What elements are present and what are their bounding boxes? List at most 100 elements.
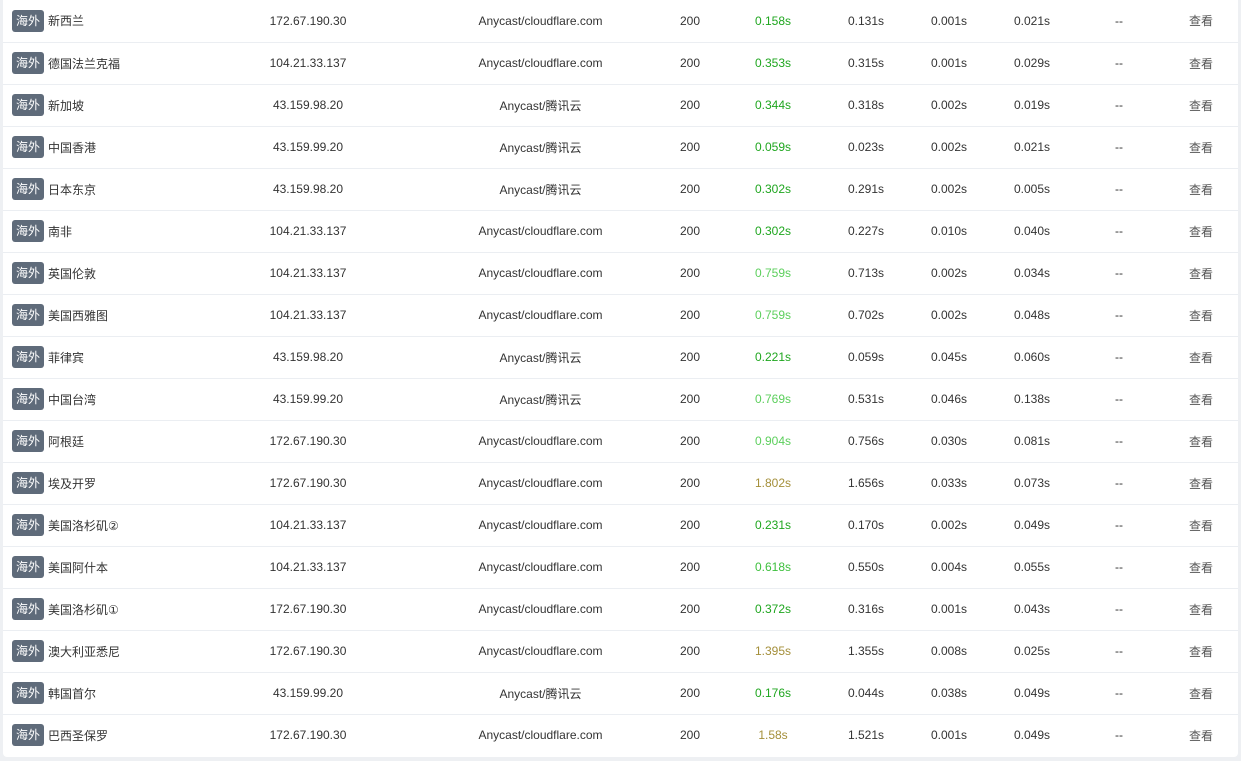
node-cell: 海外 中国香港 <box>3 126 193 168</box>
ip-cell: 43.159.99.20 <box>272 140 344 154</box>
view-button[interactable]: 查看 <box>1189 351 1213 365</box>
status-cell: 200 <box>679 434 701 448</box>
view-button[interactable]: 查看 <box>1189 603 1213 617</box>
ip-cell: 43.159.99.20 <box>272 392 344 406</box>
action-cell: 查看 <box>1164 420 1238 462</box>
node-cell: 海外 英国伦敦 <box>3 252 193 294</box>
ip-cell: 104.21.33.137 <box>269 518 347 532</box>
extra-cell: -- <box>1115 56 1123 70</box>
download-time-cell: 0.049s <box>1013 728 1051 743</box>
total-time-cell: 0.176s <box>754 686 792 700</box>
ip-cell: 172.67.190.30 <box>269 476 347 490</box>
download-time-cell: 0.138s <box>1013 392 1051 406</box>
view-button[interactable]: 查看 <box>1189 141 1213 155</box>
view-button[interactable]: 查看 <box>1189 225 1213 239</box>
resolve-time-cell: 1.355s <box>847 644 885 658</box>
action-cell: 查看 <box>1164 294 1238 336</box>
node-name: 美国洛杉矶① <box>48 602 119 617</box>
view-button[interactable]: 查看 <box>1189 393 1213 407</box>
action-cell: 查看 <box>1164 126 1238 168</box>
node-name: 美国洛杉矶② <box>48 518 119 533</box>
location-cell: Anycast/腾讯云 <box>499 350 582 365</box>
view-button[interactable]: 查看 <box>1189 183 1213 197</box>
location-cell: Anycast/cloudflare.com <box>478 560 603 574</box>
resolve-time-cell: 1.656s <box>847 476 885 490</box>
view-button[interactable]: 查看 <box>1189 267 1213 281</box>
action-cell: 查看 <box>1164 252 1238 294</box>
region-badge: 海外 <box>12 388 45 410</box>
download-time-cell: 0.040s <box>1013 224 1051 238</box>
connect-time-cell: 0.046s <box>930 392 968 406</box>
connect-time-cell: 0.002s <box>930 140 968 154</box>
ip-cell: 104.21.33.137 <box>269 266 347 280</box>
download-time-cell: 0.081s <box>1013 434 1051 448</box>
view-button[interactable]: 查看 <box>1189 99 1213 113</box>
ip-cell: 172.67.190.30 <box>269 644 347 658</box>
extra-cell: -- <box>1115 266 1123 280</box>
view-button[interactable]: 查看 <box>1189 477 1213 491</box>
ip-cell: 172.67.190.30 <box>269 13 347 28</box>
status-cell: 200 <box>679 98 701 112</box>
extra-cell: -- <box>1115 728 1123 743</box>
table-row: 海外 巴西圣保罗 172.67.190.30 Anycast/cloudflare… <box>3 714 1238 756</box>
download-time-cell: 0.055s <box>1013 560 1051 574</box>
total-time-cell: 0.344s <box>754 98 792 112</box>
node-cell: 海外 韩国首尔 <box>3 672 193 714</box>
location-cell: Anycast/cloudflare.com <box>478 308 603 322</box>
region-badge: 海外 <box>12 178 45 200</box>
results-panel: 海外 新西兰 172.67.190.30 Anycast/cloudflare.c… <box>3 0 1238 757</box>
resolve-time-cell: 0.531s <box>847 392 885 406</box>
view-button[interactable]: 查看 <box>1189 519 1213 533</box>
location-cell: Anycast/cloudflare.com <box>478 518 603 532</box>
ip-cell: 43.159.98.20 <box>272 350 344 364</box>
region-badge: 海外 <box>12 556 45 578</box>
resolve-time-cell: 0.023s <box>847 140 885 154</box>
download-time-cell: 0.060s <box>1013 350 1051 364</box>
view-button[interactable]: 查看 <box>1189 687 1213 701</box>
connect-time-cell: 0.002s <box>930 518 968 532</box>
resolve-time-cell: 1.521s <box>847 728 885 743</box>
resolve-time-cell: 0.318s <box>847 98 885 112</box>
node-name: 新西兰 <box>48 14 85 29</box>
download-time-cell: 0.049s <box>1013 686 1051 700</box>
status-cell: 200 <box>679 308 701 322</box>
total-time-cell: 1.58s <box>758 728 788 743</box>
view-button[interactable]: 查看 <box>1189 57 1213 71</box>
ip-cell: 104.21.33.137 <box>269 224 347 238</box>
status-cell: 200 <box>679 560 701 574</box>
node-cell: 海外 菲律宾 <box>3 336 193 378</box>
download-time-cell: 0.019s <box>1013 98 1051 112</box>
action-cell: 查看 <box>1164 42 1238 84</box>
action-cell: 查看 <box>1164 504 1238 546</box>
action-cell: 查看 <box>1164 546 1238 588</box>
status-cell: 200 <box>679 182 701 196</box>
total-time-cell: 0.221s <box>754 350 792 364</box>
extra-cell: -- <box>1115 560 1123 574</box>
node-name: 美国西雅图 <box>48 308 109 323</box>
view-button[interactable]: 查看 <box>1189 14 1213 28</box>
extra-cell: -- <box>1115 140 1123 154</box>
view-button[interactable]: 查看 <box>1189 309 1213 323</box>
extra-cell: -- <box>1115 392 1123 406</box>
ip-cell: 104.21.33.137 <box>269 308 347 322</box>
connect-time-cell: 0.001s <box>930 13 968 28</box>
node-cell: 海外 巴西圣保罗 <box>3 714 193 756</box>
action-cell: 查看 <box>1164 210 1238 252</box>
region-badge: 海外 <box>12 304 45 326</box>
status-cell: 200 <box>679 56 701 70</box>
view-button[interactable]: 查看 <box>1189 729 1213 743</box>
view-button[interactable]: 查看 <box>1189 435 1213 449</box>
location-cell: Anycast/腾讯云 <box>499 182 582 197</box>
region-badge: 海外 <box>12 9 45 32</box>
node-cell: 海外 阿根廷 <box>3 420 193 462</box>
node-cell: 海外 美国洛杉矶① <box>3 588 193 630</box>
region-badge: 海外 <box>12 136 45 158</box>
view-button[interactable]: 查看 <box>1189 645 1213 659</box>
resolve-time-cell: 0.702s <box>847 308 885 322</box>
view-button[interactable]: 查看 <box>1189 561 1213 575</box>
table-row: 海外 中国香港 43.159.99.20 Anycast/腾讯云 200 0.05… <box>3 126 1238 168</box>
node-name: 中国台湾 <box>48 392 97 407</box>
table-row: 海外 阿根廷 172.67.190.30 Anycast/cloudflare.c… <box>3 420 1238 462</box>
node-cell: 海外 德国法兰克福 <box>3 42 193 84</box>
resolve-time-cell: 0.713s <box>847 266 885 280</box>
